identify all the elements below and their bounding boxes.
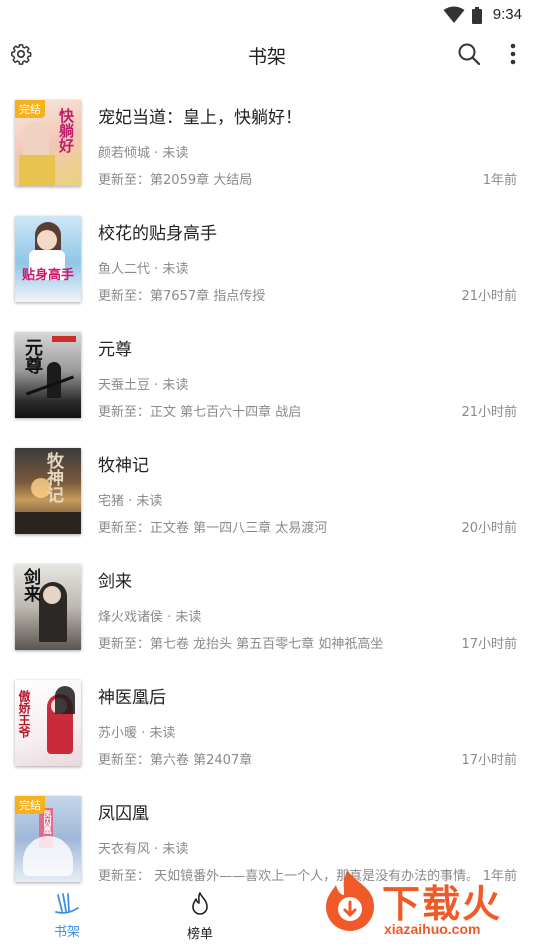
nav-label-bookshelf: 书架 — [53, 925, 80, 940]
flame-icon — [192, 892, 208, 915]
book-item[interactable]: 傲娇王爷 神医凰后 苏小暖 · 未读 更新至：第六卷 第2407章 17小时前 — [0, 672, 534, 788]
cover-title: 凤囚凰 — [43, 810, 53, 834]
book-latest-chapter: 更新至：第六卷 第2407章 — [98, 753, 253, 768]
book-update-time: 17小时前 — [461, 637, 517, 652]
book-title: 神医凰后 — [98, 688, 166, 708]
book-latest-chapter: 更新至：第七卷 龙抬头 第五百零七章 如神祇高坐 — [98, 637, 384, 652]
book-update-time: 20小时前 — [461, 521, 517, 536]
book-title: 凤囚凰 — [98, 804, 149, 824]
book-latest-chapter: 更新至：第7657章 指点传授 — [98, 289, 266, 304]
book-cover: 快躺好 完结 — [15, 100, 81, 186]
book-item[interactable]: 快躺好 完结 宠妃当道：皇上，快躺好！ 颜若倾城 · 未读 更新至：第2059章… — [0, 92, 534, 208]
book-title: 牧神记 — [98, 456, 149, 476]
book-author: 苏小暖 · 未读 — [98, 726, 176, 741]
book-item[interactable]: 牧神记 牧神记 宅猪 · 未读 更新至：正文卷 第一四八三章 太易渡河 20小时… — [0, 440, 534, 556]
cover-title: 贴身高手 — [21, 268, 74, 283]
book-author: 鱼人二代 · 未读 — [98, 262, 189, 277]
book-author: 烽火戏诸侯 · 未读 — [98, 610, 202, 625]
book-title: 宠妃当道：皇上，快躺好！ — [98, 108, 302, 128]
book-author: 宅猪 · 未读 — [98, 494, 163, 509]
more-vertical-icon — [510, 43, 516, 65]
cover-title: 元尊 — [22, 338, 43, 374]
book-latest-chapter: 更新至：正文 第七百六十四章 战启 — [98, 405, 302, 420]
book-title: 剑来 — [98, 572, 132, 592]
book-title: 元尊 — [98, 340, 132, 360]
book-item[interactable]: 剑来 剑来 烽火戏诸侯 · 未读 更新至：第七卷 龙抬头 第五百零七章 如神祇高… — [0, 556, 534, 672]
watermark-brand: 下载火 — [382, 882, 503, 926]
search-icon — [458, 43, 481, 66]
book-cover: 贴身高手 — [15, 216, 81, 302]
search-button[interactable] — [455, 40, 483, 68]
book-item[interactable]: 元尊 元尊 天蚕土豆 · 未读 更新至：正文 第七百六十四章 战启 21小时前 — [0, 324, 534, 440]
book-cover: 剑来 — [15, 564, 81, 650]
bookshelf-icon — [55, 893, 79, 914]
watermark-url: xiazaihuo.com — [384, 921, 481, 937]
cover-title: 傲娇王爷 — [17, 690, 31, 738]
app-bar: 书架 — [0, 30, 534, 78]
book-update-time: 21小时前 — [461, 405, 517, 420]
battery-icon — [472, 7, 482, 24]
cover-title: 牧神记 — [43, 452, 63, 503]
book-author: 天衣有风 · 未读 — [98, 842, 189, 857]
book-title: 校花的贴身高手 — [98, 224, 217, 244]
nav-label-ranking: 榜单 — [186, 927, 213, 942]
book-update-time: 21小时前 — [461, 289, 517, 304]
status-time: 9:34 — [492, 6, 522, 23]
book-cover: 元尊 — [15, 332, 81, 418]
bottom-nav: 书架 榜单 下载火 xiazaihuo.com — [0, 871, 534, 949]
page-title: 书架 — [247, 46, 286, 68]
more-button[interactable] — [499, 40, 527, 68]
status-bar: 9:34 — [0, 0, 534, 30]
book-author: 天蚕土豆 · 未读 — [98, 378, 189, 393]
book-latest-chapter: 更新至：正文卷 第一四八三章 太易渡河 — [98, 521, 328, 536]
book-cover: 傲娇王爷 — [15, 680, 81, 766]
wifi-icon — [443, 6, 465, 23]
book-author: 颜若倾城 · 未读 — [98, 146, 189, 161]
book-cover: 牧神记 — [15, 448, 81, 534]
nav-tab-bookshelf[interactable]: 书架 — [27, 891, 107, 940]
book-item[interactable]: 贴身高手 校花的贴身高手 鱼人二代 · 未读 更新至：第7657章 指点传授 2… — [0, 208, 534, 324]
completed-badge: 完结 — [15, 100, 45, 118]
book-list: 快躺好 完结 宠妃当道：皇上，快躺好！ 颜若倾城 · 未读 更新至：第2059章… — [0, 92, 534, 904]
book-update-time: 17小时前 — [461, 753, 517, 768]
flame-logo-icon — [326, 871, 374, 931]
book-update-time: 1年前 — [482, 173, 517, 188]
book-cover: 凤囚凰 完结 — [15, 796, 81, 882]
cover-title: 剑来 — [20, 568, 40, 602]
nav-tab-ranking[interactable]: 榜单 — [160, 891, 240, 942]
watermark-logo: 下载火 xiazaihuo.com — [316, 871, 526, 943]
book-latest-chapter: 更新至：第2059章 大结局 — [98, 173, 253, 188]
cover-title: 快躺好 — [57, 108, 75, 153]
completed-badge: 完结 — [15, 796, 45, 814]
